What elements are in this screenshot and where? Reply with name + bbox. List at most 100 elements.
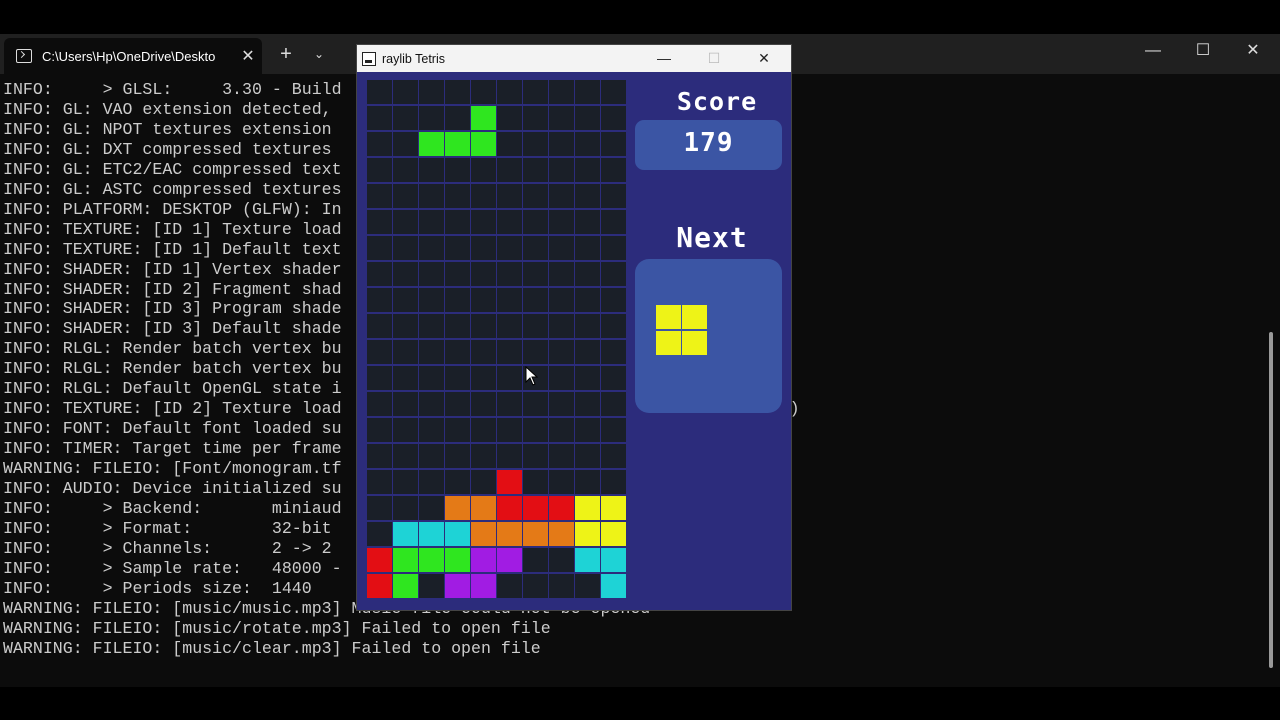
empty-cell [497,80,522,104]
empty-cell [549,80,574,104]
empty-cell [419,314,444,338]
empty-cell [601,340,626,364]
empty-cell [445,262,470,286]
tetris-maximize-button[interactable]: ☐ [689,45,739,72]
empty-cell [393,366,418,390]
filled-cell [367,548,392,572]
empty-cell [497,262,522,286]
filled-cell [471,574,496,598]
empty-cell [575,392,600,416]
tetris-window[interactable]: raylib Tetris — ☐ ✕ Score 179 Next [357,45,791,610]
filled-cell [393,574,418,598]
close-tab-icon[interactable]: ✕ [234,46,262,66]
next-piece-panel [635,259,782,413]
empty-cell [497,210,522,234]
filled-cell [601,496,626,520]
empty-cell [497,288,522,312]
next-piece-cell [656,331,681,355]
empty-cell [419,470,444,494]
empty-cell [575,340,600,364]
empty-cell [393,210,418,234]
empty-cell [549,340,574,364]
empty-cell [445,392,470,416]
empty-cell [393,496,418,520]
empty-cell [445,210,470,234]
empty-cell [523,470,548,494]
filled-cell [575,522,600,546]
empty-cell [367,262,392,286]
raylib-app-icon [362,51,376,66]
empty-cell [393,236,418,260]
terminal-maximize-button[interactable]: ☐ [1178,34,1228,68]
filled-cell [601,522,626,546]
empty-cell [471,288,496,312]
filled-cell [471,548,496,572]
next-piece-cell [656,305,681,329]
empty-cell [523,288,548,312]
terminal-minimize-button[interactable]: — [1128,34,1178,68]
empty-cell [575,366,600,390]
empty-cell [497,158,522,182]
empty-cell [419,574,444,598]
empty-cell [575,106,600,130]
empty-cell [367,340,392,364]
empty-cell [523,262,548,286]
next-label: Next [676,221,748,254]
empty-cell [549,106,574,130]
empty-cell [601,158,626,182]
filled-cell [393,548,418,572]
empty-cell [523,548,548,572]
empty-cell [445,444,470,468]
empty-cell [393,184,418,208]
empty-cell [575,262,600,286]
filled-cell [445,548,470,572]
chevron-down-icon[interactable]: ⌄ [308,42,330,66]
empty-cell [419,80,444,104]
filled-cell [367,574,392,598]
empty-cell [575,418,600,442]
terminal-scrollbar[interactable] [1269,332,1273,668]
empty-cell [367,184,392,208]
tetris-board [367,80,626,600]
empty-cell [549,574,574,598]
empty-cell [367,496,392,520]
empty-cell [419,444,444,468]
empty-cell [393,340,418,364]
filled-cell [497,496,522,520]
tetris-close-button[interactable]: ✕ [739,45,789,72]
mouse-cursor-icon [525,365,539,386]
new-tab-button[interactable]: + [275,42,297,66]
empty-cell [471,314,496,338]
empty-cell [497,366,522,390]
tetris-title-bar[interactable]: raylib Tetris — ☐ ✕ [357,45,791,72]
terminal-tab[interactable]: C:\Users\Hp\OneDrive\Deskto ✕ [4,38,262,74]
empty-cell [471,158,496,182]
empty-cell [367,470,392,494]
empty-cell [523,444,548,468]
empty-cell [393,314,418,338]
terminal-close-button[interactable]: ✕ [1228,34,1278,68]
score-value: 179 [683,128,734,158]
empty-cell [419,106,444,130]
empty-cell [367,158,392,182]
empty-cell [523,80,548,104]
empty-cell [445,418,470,442]
empty-cell [523,236,548,260]
empty-cell [367,106,392,130]
filled-cell [419,548,444,572]
empty-cell [497,132,522,156]
empty-cell [549,418,574,442]
empty-cell [471,366,496,390]
empty-cell [445,236,470,260]
empty-cell [523,132,548,156]
tetris-minimize-button[interactable]: — [639,45,689,72]
empty-cell [393,80,418,104]
filled-cell [445,522,470,546]
terminal-tab-title: C:\Users\Hp\OneDrive\Deskto [42,48,216,64]
filled-cell [575,548,600,572]
empty-cell [549,236,574,260]
empty-cell [471,392,496,416]
empty-cell [393,288,418,312]
empty-cell [601,106,626,130]
empty-cell [497,444,522,468]
